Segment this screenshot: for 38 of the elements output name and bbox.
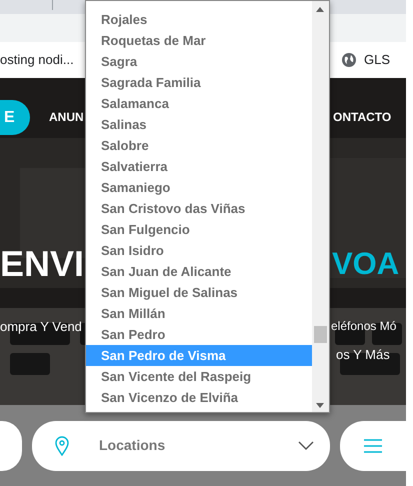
dropdown-option[interactable]: Sagra [86,51,313,72]
location-select[interactable]: Locations [32,420,330,470]
dropdown-option[interactable]: Salamanca [86,93,313,114]
hero-title: ENVI [0,246,84,282]
dropdown-option[interactable]: San Juan de Alicante [86,261,313,282]
globe-icon [342,53,356,67]
chevron-down-icon [298,441,314,450]
scroll-up-icon[interactable] [316,7,324,12]
dropdown-option[interactable]: Samaniego [86,177,313,198]
dropdown-option[interactable]: Salobre [86,135,313,156]
dropdown-option[interactable]: San Millán [86,303,313,324]
bookmark-link[interactable]: osting nodi... [0,50,74,70]
bookmark-link[interactable]: GLS [364,50,390,70]
location-pin-icon [55,436,69,456]
dropdown-option[interactable]: San Cristovo das Viñas [86,198,313,219]
hero-subtitle: ompra Y Vend [0,318,82,336]
nav-link[interactable]: ANUN [49,108,84,126]
dropdown-option[interactable]: San Vicente del Raspeig [86,366,313,387]
dropdown-option[interactable]: San Fulgencio [86,219,313,240]
hero-subtitle: eléfonos Mó [331,318,396,335]
nav-link[interactable]: ONTACTO [333,108,392,126]
scroll-down-icon[interactable] [316,403,324,408]
dropdown-option[interactable]: San Miguel de Salinas [86,282,313,303]
dropdown-option[interactable]: Salinas [86,114,313,135]
dropdown-option[interactable]: San Pedro [86,324,313,345]
hero-subtitle: os Y Más [336,346,390,364]
dropdown-option[interactable]: Sagrada Familia [86,72,313,93]
dropdown-option[interactable]: San Isidro [86,240,313,261]
dropdown-option[interactable]: San Pedro de Visma [86,345,313,366]
scrollbar-thumb[interactable] [314,326,327,343]
dropdown-option[interactable]: Roquetas de Mar [86,30,313,51]
menu-button[interactable] [340,420,406,470]
dropdown-option[interactable]: Rojales [86,9,313,30]
dropdown-option[interactable]: Salvatierra [86,156,313,177]
hero-title: VOA [332,248,400,279]
menu-icon [364,438,382,452]
input-field[interactable] [0,420,22,470]
dropdown-option[interactable]: San Vicenzo de Elviña [86,387,313,408]
